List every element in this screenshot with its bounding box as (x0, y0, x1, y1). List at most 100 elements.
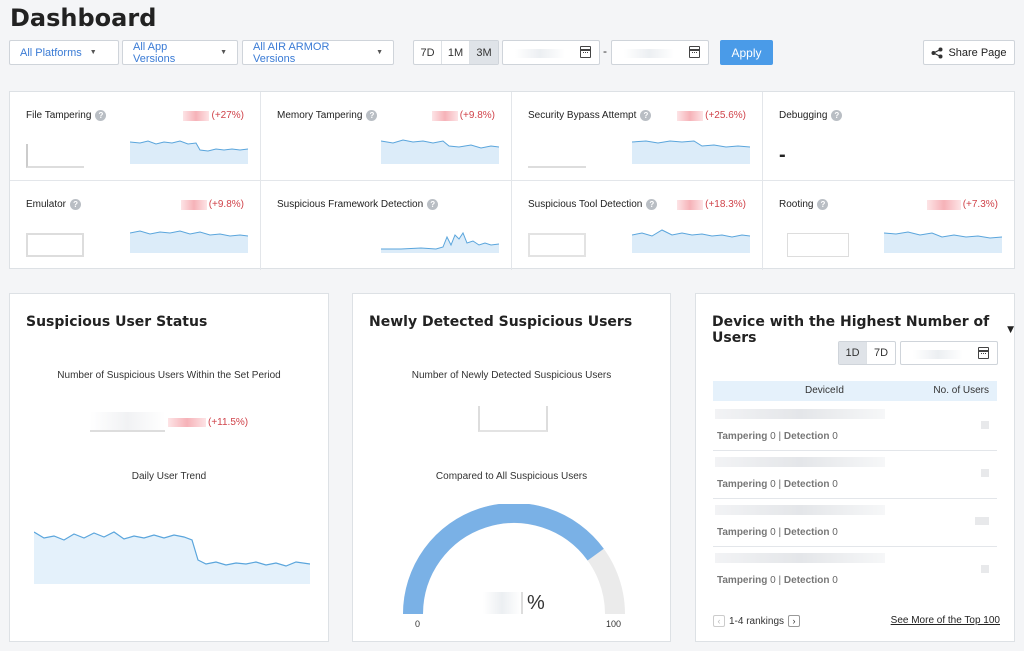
col-users: No. of Users (933, 385, 989, 396)
share-page-label: Share Page (948, 46, 1007, 59)
calendar-icon[interactable] (689, 46, 700, 58)
table-row[interactable]: Tampering 0 | Detection 0 (713, 499, 997, 547)
date-separator: - (603, 44, 607, 58)
range-selector: 7D 1M 3M (413, 40, 499, 65)
metric-label: Suspicious Framework Detection (277, 199, 424, 210)
help-icon[interactable]: ? (646, 199, 658, 210)
calendar-icon[interactable] (580, 46, 591, 58)
metric-label: Suspicious Tool Detection (528, 199, 643, 210)
metric-card-file-tampering[interactable]: File Tampering? (+27%) (10, 92, 261, 181)
metric-card-memory-tampering[interactable]: Memory Tampering? (+9.8%) (261, 92, 512, 181)
metric-label: Security Bypass Attempt (528, 110, 637, 121)
metric-value (26, 144, 84, 168)
end-date-field[interactable] (611, 40, 709, 65)
next-page-button[interactable]: › (788, 615, 801, 627)
caret-down-icon: ▼ (376, 49, 383, 56)
metric-card-emulator[interactable]: Emulator? (+9.8%) (10, 181, 261, 270)
start-date-field[interactable] (502, 40, 600, 65)
percent-sign: % (527, 592, 545, 614)
metric-change: (+9.8%) (459, 110, 495, 121)
help-icon[interactable]: ? (427, 199, 439, 210)
pagination: ‹ 1-4 rankings › (713, 615, 801, 627)
metric-value: - (779, 144, 786, 166)
metric-change: (+9.8%) (208, 199, 244, 210)
range-1m-button[interactable]: 1M (442, 41, 470, 64)
share-icon (931, 47, 943, 58)
rankings-label: 1-4 rankings (729, 615, 785, 627)
metric-label: Debugging (779, 110, 828, 121)
platform-filter-label: All Platforms (20, 46, 82, 59)
sparkline (884, 231, 1002, 253)
compare-label: Compared to All Suspicious Users (435, 471, 588, 482)
armor-version-filter-label: All AIR ARMOR Versions (253, 40, 330, 65)
help-icon[interactable]: ? (95, 110, 107, 121)
metric-card-rooting[interactable]: Rooting? (+7.3%) (763, 181, 1014, 270)
metric-change: (+25.6%) (705, 110, 746, 121)
percent-value (483, 592, 523, 614)
sparkline (130, 230, 248, 253)
page-title: Dashboard (10, 4, 157, 32)
metric-change: (+18.3%) (705, 199, 746, 210)
app-version-filter[interactable]: All App Versions ▼ (122, 40, 238, 65)
metric-label: Rooting (779, 199, 814, 210)
metric-value (528, 233, 586, 257)
suspicious-count (90, 412, 165, 432)
range-3m-button[interactable]: 3M (470, 41, 498, 64)
metric-value (26, 233, 84, 257)
metric-label: Emulator (26, 199, 67, 210)
platform-filter[interactable]: All Platforms ▼ (9, 40, 119, 65)
gauge-max: 100 (606, 619, 622, 629)
help-icon[interactable]: ? (817, 199, 829, 210)
daily-user-trend-chart (34, 531, 310, 584)
sparkline (632, 229, 750, 253)
caret-down-icon[interactable]: ▼ (1007, 325, 1014, 335)
metric-card-suspicious-framework[interactable]: Suspicious Framework Detection? (261, 181, 512, 270)
suspicious-user-status-card: Suspicious User Status Number of Suspici… (9, 293, 329, 642)
table-row[interactable]: Tampering 0 | Detection 0 (713, 547, 997, 595)
help-icon[interactable]: ? (366, 110, 378, 121)
metrics-grid: File Tampering? (+27%) Memory Tampering?… (9, 91, 1015, 270)
metric-card-security-bypass[interactable]: Security Bypass Attempt? (+25.6%) (512, 92, 763, 181)
metric-value (787, 233, 849, 257)
metric-label: Memory Tampering (277, 110, 363, 121)
sparkline (381, 139, 499, 164)
armor-version-filter[interactable]: All AIR ARMOR Versions ▼ (242, 40, 394, 65)
metric-label: File Tampering (26, 110, 92, 121)
apply-button[interactable]: Apply (720, 40, 773, 65)
range-7d-button[interactable]: 7D (867, 342, 895, 364)
metric-value (528, 144, 586, 168)
range-7d-button[interactable]: 7D (414, 41, 442, 64)
help-icon[interactable]: ? (70, 199, 82, 210)
metric-change: (+27%) (211, 110, 244, 121)
range-1d-button[interactable]: 1D (839, 342, 867, 364)
metric-card-suspicious-tool[interactable]: Suspicious Tool Detection? (+18.3%) (512, 181, 763, 270)
metric-change: (+7.3%) (962, 199, 998, 210)
col-deviceid: DeviceId (805, 385, 844, 396)
prev-page-button[interactable]: ‹ (713, 615, 725, 627)
period-label: Number of Suspicious Users Within the Se… (57, 370, 281, 381)
caret-down-icon: ▼ (89, 49, 97, 56)
newly-detected-card: Newly Detected Suspicious Users Number o… (352, 293, 671, 642)
sparkline (632, 140, 750, 164)
suspicious-change: (+11.5%) (208, 417, 249, 428)
device-range-selector: 1D 7D (838, 341, 896, 365)
table-row[interactable]: Tampering 0 | Detection 0 (713, 451, 997, 499)
help-icon[interactable]: ? (831, 110, 843, 121)
sparkline (130, 140, 248, 164)
help-icon[interactable]: ? (640, 110, 652, 121)
card-title: Newly Detected Suspicious Users (369, 314, 633, 330)
trend-label: Daily User Trend (131, 471, 207, 482)
calendar-icon[interactable] (978, 347, 989, 359)
app-version-filter-label: All App Versions (133, 40, 176, 65)
device-top-card: Device with the Highest Number of Users … (695, 293, 1015, 642)
share-page-button[interactable]: Share Page (923, 40, 1015, 65)
gauge-min: 0 (415, 619, 421, 629)
device-date-field[interactable] (900, 341, 998, 365)
new-count (478, 406, 548, 432)
see-more-link[interactable]: See More of the Top 100 (891, 615, 1000, 626)
table-header: DeviceId No. of Users (713, 381, 997, 401)
metric-card-debugging[interactable]: Debugging? - (763, 92, 1014, 181)
sparkline (381, 231, 499, 253)
table-row[interactable]: Tampering 0 | Detection 0 (713, 403, 997, 451)
card-title: Suspicious User Status (26, 314, 208, 330)
